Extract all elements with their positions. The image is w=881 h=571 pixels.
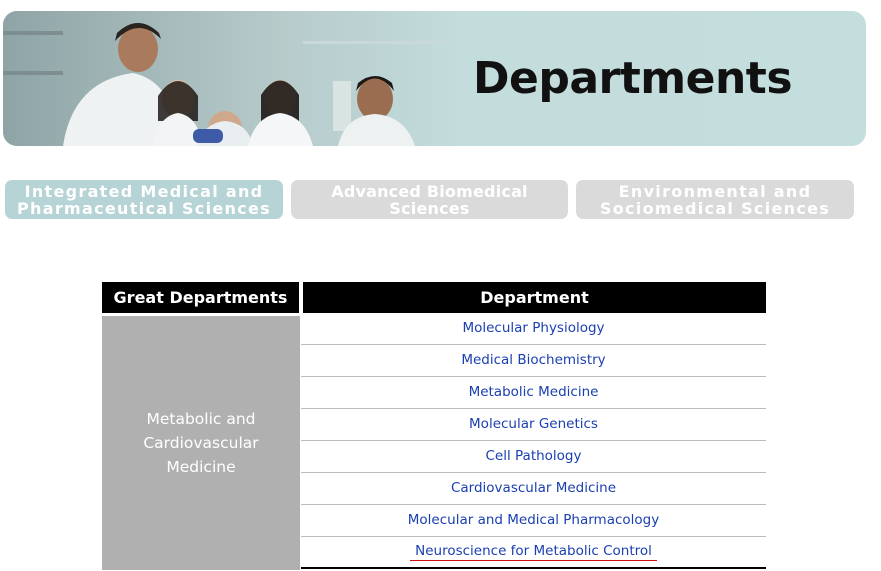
department-link[interactable]: Cardiovascular Medicine bbox=[446, 480, 621, 497]
header-banner: Departments bbox=[3, 11, 866, 146]
table-row: Molecular Physiology bbox=[301, 313, 766, 345]
table-row: Cell Pathology bbox=[301, 441, 766, 473]
header-great-departments: Great Departments bbox=[102, 282, 299, 313]
department-link[interactable]: Molecular Physiology bbox=[457, 320, 609, 337]
banner-photo bbox=[3, 11, 473, 146]
department-link[interactable]: Molecular and Medical Pharmacology bbox=[403, 512, 664, 529]
table-row: Cardiovascular Medicine bbox=[301, 473, 766, 505]
tab-advanced-biomedical[interactable]: Advanced Biomedical Sciences bbox=[291, 180, 568, 219]
table-row: Metabolic Medicine bbox=[301, 377, 766, 409]
department-link[interactable]: Metabolic Medicine bbox=[464, 384, 604, 401]
great-department-cell: Metabolic and Cardiovascular Medicine bbox=[102, 316, 300, 570]
table-row: Medical Biochemistry bbox=[301, 345, 766, 377]
tab-environmental-sociomedical[interactable]: Environmental and Sociomedical Sciences bbox=[576, 180, 854, 219]
page-title: Departments bbox=[473, 53, 793, 104]
table-row: Molecular Genetics bbox=[301, 409, 766, 441]
department-link[interactable]: Cell Pathology bbox=[480, 448, 586, 465]
department-list: Molecular Physiology Medical Biochemistr… bbox=[301, 313, 766, 569]
table-row: Neuroscience for Metabolic Control bbox=[301, 537, 766, 569]
table-row: Molecular and Medical Pharmacology bbox=[301, 505, 766, 537]
department-link[interactable]: Molecular Genetics bbox=[464, 416, 603, 433]
department-link[interactable]: Neuroscience for Metabolic Control bbox=[410, 543, 657, 561]
department-link[interactable]: Medical Biochemistry bbox=[456, 352, 610, 369]
header-department: Department bbox=[303, 282, 766, 313]
tab-integrated-medical[interactable]: Integrated Medical and Pharmaceutical Sc… bbox=[5, 180, 283, 219]
